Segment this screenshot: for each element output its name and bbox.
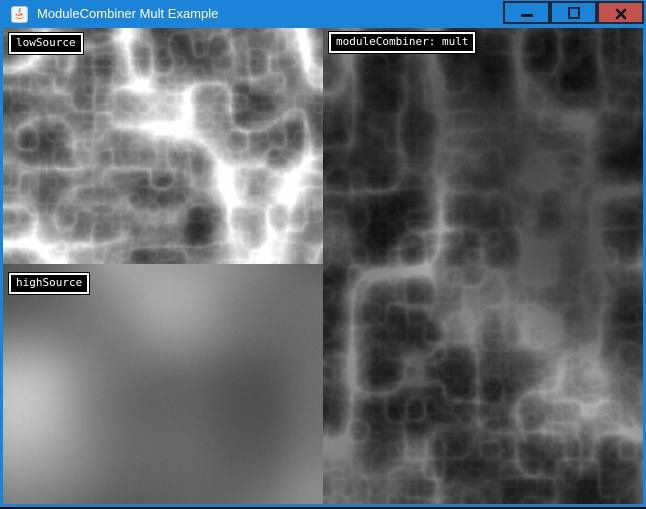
titlebar[interactable]: ModuleCombiner Mult Example xyxy=(0,0,646,28)
high-source-panel xyxy=(3,264,323,504)
render-area: lowSource highSource moduleCombiner: mul… xyxy=(3,28,643,504)
minimize-button[interactable] xyxy=(503,1,550,24)
low-source-panel xyxy=(3,28,323,264)
maximize-button[interactable] xyxy=(550,1,597,24)
java-app-icon xyxy=(11,6,28,23)
app-window: ModuleCombiner Mult Example lowSource hi… xyxy=(0,0,646,509)
window-controls xyxy=(503,1,644,24)
window-title: ModuleCombiner Mult Example xyxy=(37,0,218,28)
high-source-label: highSource xyxy=(9,273,89,294)
minimize-icon xyxy=(521,14,533,17)
low-source-label: lowSource xyxy=(9,33,83,54)
close-button[interactable] xyxy=(597,1,644,24)
module-combiner-label: moduleCombiner: mult xyxy=(329,32,475,53)
module-combiner-panel xyxy=(323,28,643,504)
maximize-icon xyxy=(568,7,580,19)
close-icon xyxy=(615,7,627,19)
